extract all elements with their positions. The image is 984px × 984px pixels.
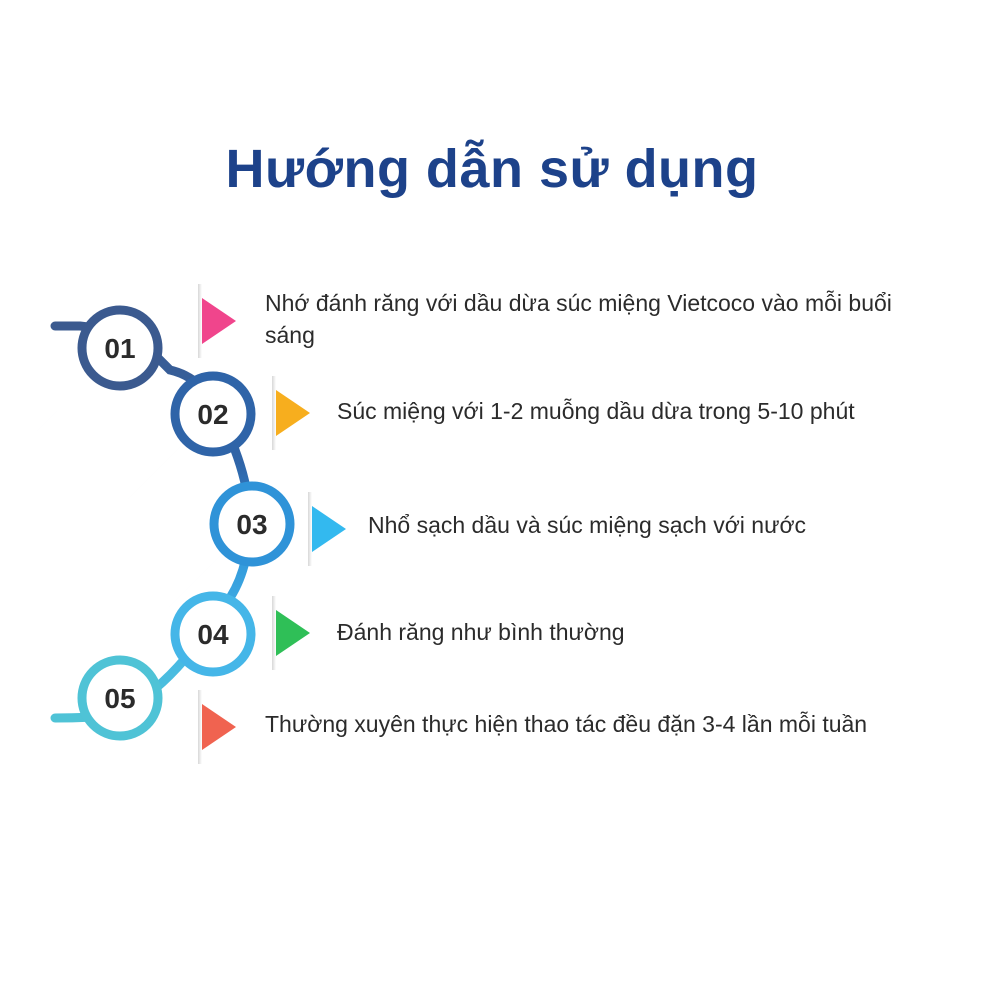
step-text-3: Nhổ sạch dầu và súc miệng sạch với nước — [368, 512, 807, 538]
step-node-5: 05 — [77, 655, 163, 741]
timeline-graphic: 01 02 03 04 05 — [0, 284, 346, 818]
step-arrow-bar-4 — [272, 596, 276, 670]
step-text-2: Súc miệng với 1-2 muỗng dầu dừa trong 5-… — [337, 398, 855, 424]
step-arrow-triangle-3 — [312, 506, 346, 552]
step-node-1: 01 — [77, 305, 163, 391]
step-text-4: Đánh răng như bình thường — [337, 619, 625, 645]
step-arrow-2 — [272, 376, 310, 450]
step-text-1: Nhớ đánh răng với dầu dừa súc miệng Viet… — [265, 290, 892, 348]
step-arrow-bar-1 — [198, 284, 202, 358]
step-arrow-triangle-2 — [276, 390, 310, 436]
step-node-2: 02 — [170, 371, 256, 457]
step-node-3: 03 — [209, 481, 295, 567]
step-arrow-bar-2 — [272, 376, 276, 450]
step-node-4: 04 — [170, 591, 256, 677]
step-arrow-4 — [272, 596, 310, 670]
instructions-diagram: Hướng dẫn sử dụng 01 02 03 04 05 Nhớ đánh — [0, 0, 984, 984]
step-number-4: 04 — [197, 619, 229, 650]
step-arrow-triangle-5 — [202, 704, 236, 750]
step-arrow-5 — [198, 690, 236, 764]
step-arrow-bar-3 — [308, 492, 312, 566]
step-number-3: 03 — [236, 509, 267, 540]
step-number-5: 05 — [104, 683, 135, 714]
step-arrow-1 — [198, 284, 236, 358]
step-arrow-triangle-1 — [202, 298, 236, 344]
step-number-2: 02 — [197, 399, 228, 430]
step-arrow-triangle-4 — [276, 610, 310, 656]
step-arrow-3 — [308, 492, 346, 566]
step-text-5: Thường xuyên thực hiện thao tác đều đặn … — [265, 711, 868, 737]
step-arrow-bar-5 — [198, 690, 202, 764]
step-number-1: 01 — [104, 333, 135, 364]
